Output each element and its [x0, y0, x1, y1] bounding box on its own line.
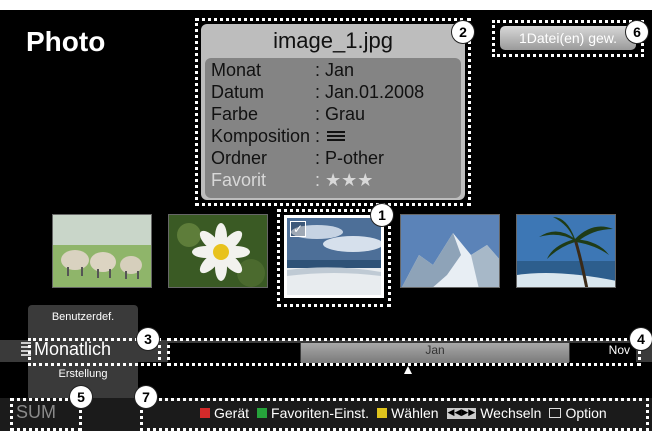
- callout-badge: 5: [70, 386, 92, 408]
- callout-frame-7: [140, 398, 649, 431]
- callout-badge: 4: [630, 328, 652, 350]
- mountain-photo-icon: [401, 215, 499, 287]
- thumbnail-item[interactable]: [52, 214, 152, 288]
- thumbnail-item[interactable]: [168, 214, 268, 288]
- timeline-marker-icon: [404, 366, 412, 374]
- view-option-next[interactable]: Erstellung: [28, 368, 138, 380]
- flower-photo-icon: [169, 215, 267, 287]
- callout-badge: 2: [452, 21, 474, 43]
- callout-frame-1: [277, 209, 391, 307]
- tv-screen: Photo image_1.jpg Monat : Jan Datum : Ja…: [0, 10, 652, 431]
- callout-frame-6: [492, 20, 644, 57]
- sheep-photo-icon: [53, 215, 151, 287]
- thumbnail-item[interactable]: [516, 214, 616, 288]
- view-option-prev[interactable]: Benutzerdef.: [28, 311, 138, 323]
- callout-badge: 7: [135, 386, 157, 408]
- page-title: Photo: [26, 26, 106, 57]
- callout-frame-2: [195, 18, 471, 206]
- callout-badge: 3: [137, 328, 159, 350]
- callout-badge: 6: [626, 21, 648, 43]
- callout-badge: 1: [371, 204, 393, 226]
- callout-frame-4: [167, 338, 641, 366]
- thumbnail-item[interactable]: [400, 214, 500, 288]
- palm-photo-icon: [517, 215, 615, 287]
